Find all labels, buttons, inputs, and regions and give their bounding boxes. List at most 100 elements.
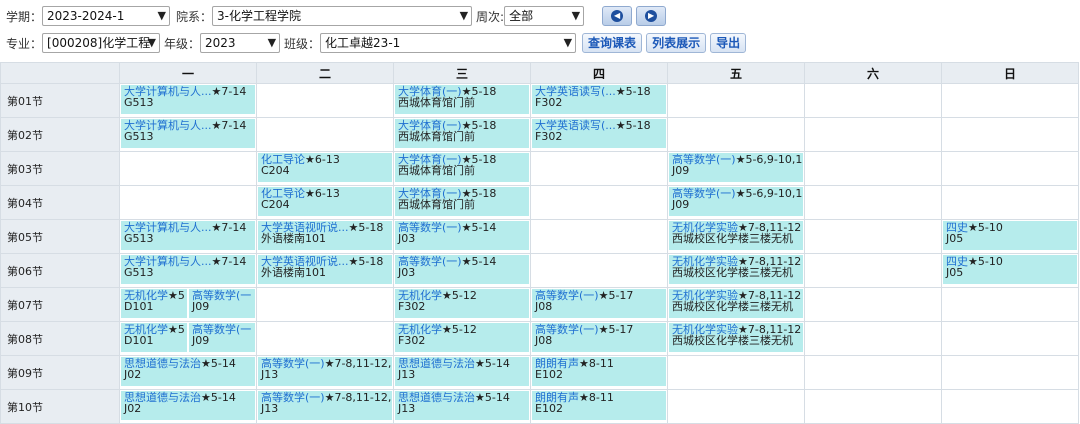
- major-label: 专业：: [6, 36, 43, 51]
- class-select[interactable]: 化工卓越23-1 ▼: [320, 33, 577, 53]
- course-cell[interactable]: 大学英语视听说...★5-18 外语楼南101: [258, 221, 392, 250]
- course-cell[interactable]: 高等数学(一)★5-17 J08: [532, 289, 666, 318]
- course-cell[interactable]: 无机化学实验★7-8,11-12 西城校区化学楼三楼无机: [669, 255, 803, 284]
- course-cell[interactable]: 高等数学(一)★7-8,11-12, J13: [258, 391, 392, 420]
- schedule-table: 一 二 三 四 五 六 日 第01节 大学计算机与人...★7-14 G513 大…: [0, 62, 1079, 424]
- course-cell[interactable]: 大学英语读写(...★5-18 F302: [532, 85, 666, 114]
- course-cell[interactable]: 大学计算机与人...★7-14 G513: [121, 255, 255, 284]
- query-schedule-button[interactable]: 查询课表: [582, 33, 643, 53]
- course-cell[interactable]: 大学体育(一)★5-18 西城体育馆门前: [395, 187, 529, 216]
- course-cell[interactable]: 高等数学(一)★5-6,9-10,1 J09: [669, 187, 803, 216]
- course-cell[interactable]: 朗朗有声★8-11 E102: [532, 391, 666, 420]
- week-label: 周次:: [476, 9, 505, 24]
- course-cell[interactable]: 大学计算机与人...★7-14 G513: [121, 221, 255, 250]
- course-room: J13: [398, 368, 416, 381]
- course-room: J09: [672, 198, 690, 211]
- course-room: J02: [124, 368, 142, 381]
- course-cell[interactable]: 高等数学(一)★5-14 J03: [395, 255, 529, 284]
- course-cell[interactable]: 思想道德与法治★5-14 J02: [121, 391, 255, 420]
- course-room: E102: [535, 368, 563, 381]
- course-weeks: ★8-11: [579, 391, 614, 404]
- course-room: J13: [261, 402, 279, 415]
- course-cell[interactable]: 无机化学实验★7-8,11-12 西城校区化学楼三楼无机: [669, 323, 803, 352]
- chevron-right-icon: ▶: [645, 10, 658, 22]
- term-select[interactable]: 2023-2024-1 ▼: [42, 6, 171, 26]
- course-cell[interactable]: 大学英语视听说...★5-18 外语楼南101: [258, 255, 392, 284]
- period-label: 第07节: [0, 287, 120, 322]
- period-label: 第08节: [0, 321, 120, 356]
- course-cell[interactable]: 无机化学实验★7-8,11-12 西城校区化学楼三楼无机: [669, 289, 803, 318]
- course-cell[interactable]: 大学体育(一)★5-18 西城体育馆门前: [395, 153, 529, 182]
- course-room: F302: [398, 300, 426, 313]
- grade-value: 2023: [205, 36, 236, 50]
- course-cell[interactable]: 高等数学(一)★5-17 J08: [532, 323, 666, 352]
- course-room: 西城校区化学楼三楼无机: [672, 266, 793, 279]
- day-header-7: 日: [941, 62, 1079, 84]
- course-room: J03: [398, 232, 416, 245]
- course-cell[interactable]: 思想道德与法治★5-14 J02: [121, 357, 255, 386]
- course-weeks: ★6-13: [305, 153, 340, 166]
- list-view-button[interactable]: 列表展示: [646, 33, 707, 53]
- major-select[interactable]: [000208]化学工程 ▼: [42, 33, 161, 53]
- course-room: J08: [535, 334, 553, 347]
- export-button[interactable]: 导出: [710, 33, 747, 53]
- course-weeks: ★7-14: [211, 255, 247, 268]
- course-cell[interactable]: 朗朗有声★8-11 E102: [532, 357, 666, 386]
- course-room: G513: [124, 266, 154, 279]
- day-header-2: 二: [256, 62, 394, 84]
- course-room: G513: [124, 96, 154, 109]
- course-cell[interactable]: 大学体育(一)★5-18 西城体育馆门前: [395, 119, 529, 148]
- course-cell[interactable]: 思想道德与法治★5-14 J13: [395, 357, 529, 386]
- course-cell[interactable]: 无机化学★5-12 F302: [395, 289, 529, 318]
- course-cell[interactable]: 大学英语读写(...★5-18 F302: [532, 119, 666, 148]
- course-cell[interactable]: 四史★5-10 J05: [943, 221, 1077, 250]
- period-label: 第05节: [0, 219, 120, 254]
- course-cell[interactable]: 大学计算机与人...★7-14 G513: [121, 119, 255, 148]
- course-weeks: ★5-6,9-10,1: [735, 187, 803, 200]
- day-header-1: 一: [119, 62, 257, 84]
- grade-label: 年级：: [164, 36, 201, 51]
- course-room: 外语楼南101: [261, 266, 326, 279]
- course-room: D101: [124, 334, 154, 347]
- course-weeks: ★7-8,11-12,: [324, 391, 392, 404]
- class-label: 班级：: [284, 36, 321, 51]
- course-cell[interactable]: 高等数学(一 J09: [189, 289, 255, 318]
- course-cell[interactable]: 无机化学★5 D101: [121, 289, 187, 318]
- course-cell[interactable]: 化工导论★6-13 C204: [258, 187, 392, 216]
- class-value: 化工卓越23-1: [325, 36, 401, 50]
- corner-cell: [0, 62, 120, 84]
- course-room: J09: [192, 300, 210, 313]
- course-cell[interactable]: 无机化学实验★7-8,11-12 西城校区化学楼三楼无机: [669, 221, 803, 250]
- header-row: 一 二 三 四 五 六 日: [0, 62, 1079, 84]
- filter-bar: 学期： 2023-2024-1 ▼ 院系： 3-化学工程学院 ▼ 周次: 全部 …: [0, 0, 1080, 58]
- period-row: 第08节 无机化学★5 D101 高等数学(一 J09 无机化学★5-12 F302 …: [0, 321, 1079, 356]
- course-weeks: ★5-12: [442, 289, 477, 302]
- course-cell[interactable]: 思想道德与法治★5-14 J13: [395, 391, 529, 420]
- dept-select[interactable]: 3-化学工程学院 ▼: [212, 6, 473, 26]
- course-room: 西城体育馆门前: [398, 96, 475, 109]
- period-label: 第03节: [0, 151, 120, 186]
- course-room: 西城校区化学楼三楼无机: [672, 232, 793, 245]
- dept-value: 3-化学工程学院: [217, 9, 301, 23]
- next-week-button[interactable]: ▶: [636, 6, 667, 26]
- period-row: 第10节 思想道德与法治★5-14 J02 高等数学(一)★7-8,11-12, J…: [0, 389, 1079, 424]
- course-cell[interactable]: 高等数学(一)★7-8,11-12, J13: [258, 357, 392, 386]
- course-cell[interactable]: 高等数学(一 J09: [189, 323, 255, 352]
- course-cell[interactable]: 大学计算机与人...★7-14 G513: [121, 85, 255, 114]
- course-cell[interactable]: 高等数学(一)★5-14 J03: [395, 221, 529, 250]
- course-cell[interactable]: 四史★5-10 J05: [943, 255, 1077, 284]
- course-cell[interactable]: 大学体育(一)★5-18 西城体育馆门前: [395, 85, 529, 114]
- course-cell[interactable]: 化工导论★6-13 C204: [258, 153, 392, 182]
- course-weeks: ★5-18: [348, 221, 384, 234]
- course-cell[interactable]: 无机化学★5 D101: [121, 323, 187, 352]
- course-weeks: ★5-18: [615, 119, 651, 132]
- period-row: 第01节 大学计算机与人...★7-14 G513 大学体育(一)★5-18 西城体…: [0, 83, 1079, 118]
- course-cell[interactable]: 高等数学(一)★5-6,9-10,1 J09: [669, 153, 803, 182]
- prev-week-button[interactable]: ◀: [602, 6, 633, 26]
- course-cell[interactable]: 无机化学★5-12 F302: [395, 323, 529, 352]
- course-weeks: ★5-17: [598, 289, 634, 302]
- week-select[interactable]: 全部 ▼: [504, 6, 585, 26]
- course-room: J08: [535, 300, 553, 313]
- course-weeks: ★5-18: [615, 85, 651, 98]
- grade-select[interactable]: 2023 ▼: [200, 33, 281, 53]
